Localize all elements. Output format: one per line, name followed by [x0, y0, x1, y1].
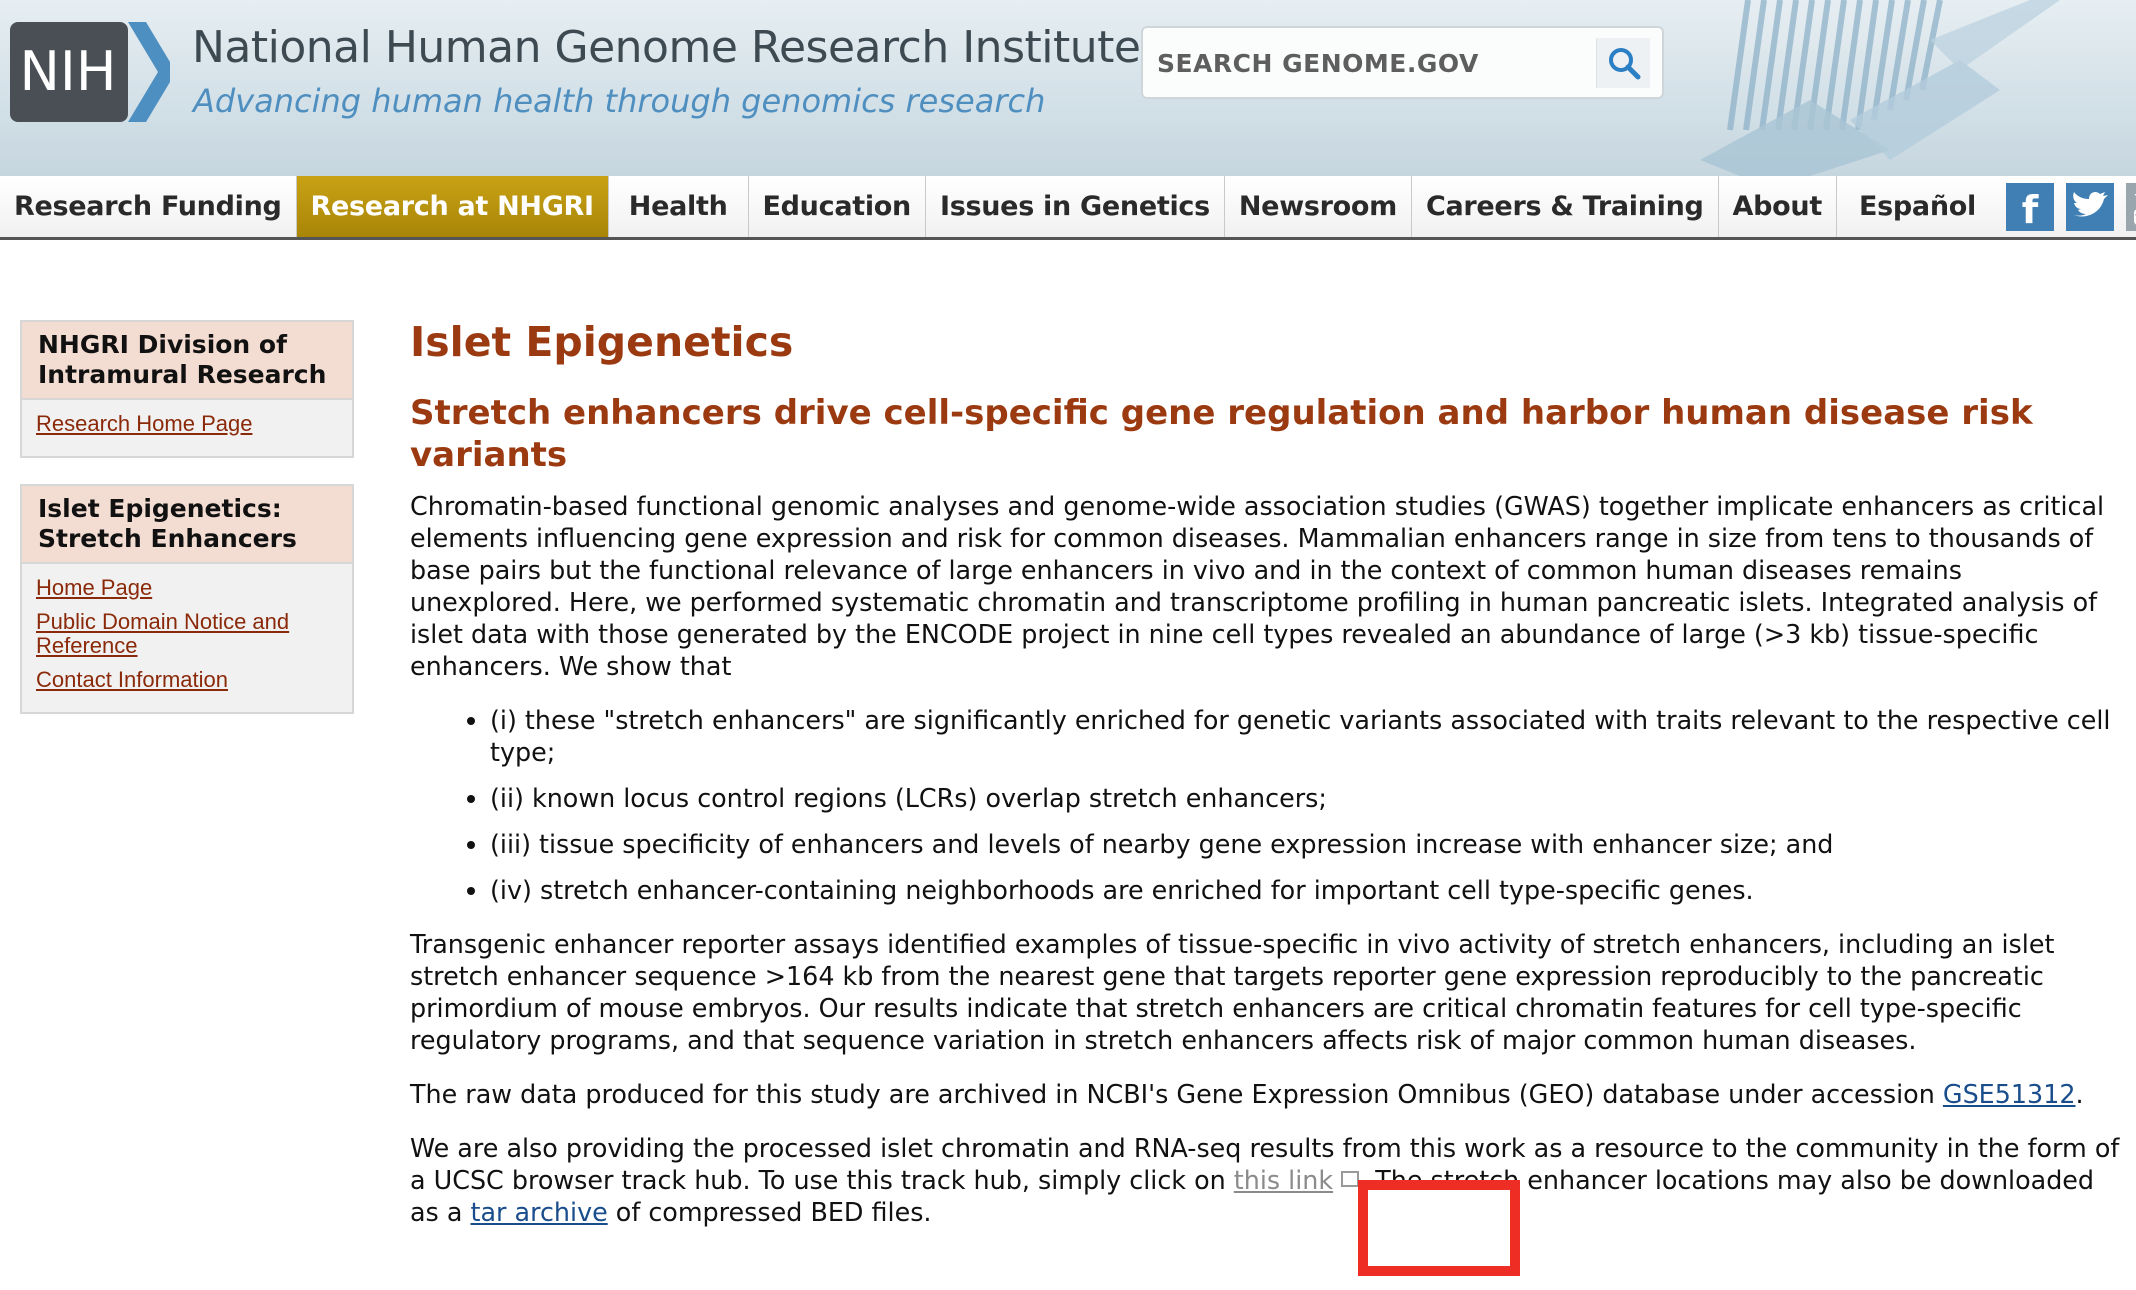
nav-health[interactable]: Health — [609, 176, 749, 237]
results-paragraph: Transgenic enhancer reporter assays iden… — [410, 929, 2055, 1055]
main-content: Islet Epigenetics Stretch enhancers driv… — [410, 318, 2120, 1250]
nih-logo[interactable]: NIH — [10, 22, 170, 122]
geo-text-end: . — [2075, 1079, 2084, 1109]
sidebar-link-contact[interactable]: Contact Information — [36, 668, 338, 692]
sidebar-link-research-home[interactable]: Research Home Page — [36, 412, 338, 436]
nav-education[interactable]: Education — [749, 176, 926, 237]
social-links: f YouTube — [2005, 176, 2136, 237]
findings-list: (i) these "stretch enhancers" are signif… — [410, 704, 2120, 906]
nav-research-funding[interactable]: Research Funding — [0, 176, 297, 237]
track-hub-paragraph: We are also providing the processed isle… — [410, 1132, 2120, 1228]
geo-paragraph: The raw data produced for this study are… — [410, 1078, 2120, 1110]
nav-careers-training[interactable]: Careers & Training — [1412, 176, 1719, 237]
tar-archive-link[interactable]: tar archive — [471, 1197, 608, 1227]
track-hub-text-end: of compressed BED files. — [607, 1197, 932, 1227]
svg-text:f: f — [2022, 188, 2039, 231]
sidebar-heading: Islet Epigenetics: Stretch Enhancers — [22, 486, 352, 564]
list-item: (ii) known locus control regions (LCRs) … — [490, 782, 2120, 814]
site-header: NIH National Human Genome Research Insti… — [0, 0, 2136, 176]
sidebar-heading: NHGRI Division of Intramural Research — [22, 322, 352, 400]
list-item: (iii) tissue specificity of enhancers an… — [490, 828, 2120, 860]
sidebar-links: Research Home Page — [22, 400, 352, 456]
page-title: Islet Epigenetics — [410, 318, 794, 366]
svg-text:NIH: NIH — [20, 40, 117, 103]
list-item: (iv) stretch enhancer-containing neighbo… — [490, 874, 2120, 906]
facebook-icon[interactable]: f — [2005, 182, 2054, 231]
list-item: (i) these "stretch enhancers" are signif… — [490, 704, 2120, 768]
twitter-icon[interactable] — [2065, 182, 2114, 231]
sidebar-box-islet: Islet Epigenetics: Stretch Enhancers Hom… — [20, 484, 354, 714]
nav-newsroom[interactable]: Newsroom — [1225, 176, 1412, 237]
site-tagline: Advancing human health through genomics … — [193, 82, 1046, 120]
sidebar-links: Home Page Public Domain Notice and Refer… — [22, 564, 352, 712]
nav-about[interactable]: About — [1719, 176, 1837, 237]
site-title[interactable]: National Human Genome Research Institute — [192, 22, 1141, 73]
intro-paragraph: Chromatin-based functional genomic analy… — [410, 491, 2105, 681]
track-hub-link[interactable]: this link — [1234, 1165, 1333, 1195]
search-button[interactable] — [1596, 38, 1650, 88]
nav-research-at-nhgri[interactable]: Research at NHGRI — [296, 176, 609, 237]
geo-accession-link[interactable]: GSE51312 — [1943, 1079, 2076, 1109]
search-icon — [1608, 48, 1640, 80]
main-nav: Research Funding Research at NHGRI Healt… — [0, 176, 2136, 240]
sidebar-link-home[interactable]: Home Page — [36, 576, 338, 600]
search-box — [1141, 26, 1664, 99]
geo-text: The raw data produced for this study are… — [410, 1079, 1943, 1109]
search-input[interactable] — [1155, 38, 1585, 88]
nav-issues-in-genetics[interactable]: Issues in Genetics — [926, 176, 1225, 237]
youtube-icon[interactable]: YouTube — [2125, 182, 2136, 231]
sidebar-box-dir: NHGRI Division of Intramural Research Re… — [20, 320, 354, 458]
article-subtitle: Stretch enhancers drive cell-specific ge… — [410, 393, 2033, 475]
nav-espanol[interactable]: Español — [1837, 176, 2006, 237]
sidebar-link-public-domain[interactable]: Public Domain Notice and Reference — [36, 610, 338, 658]
external-link-icon — [1341, 1171, 1360, 1187]
dna-decoration-graphic — [1700, 0, 2060, 176]
